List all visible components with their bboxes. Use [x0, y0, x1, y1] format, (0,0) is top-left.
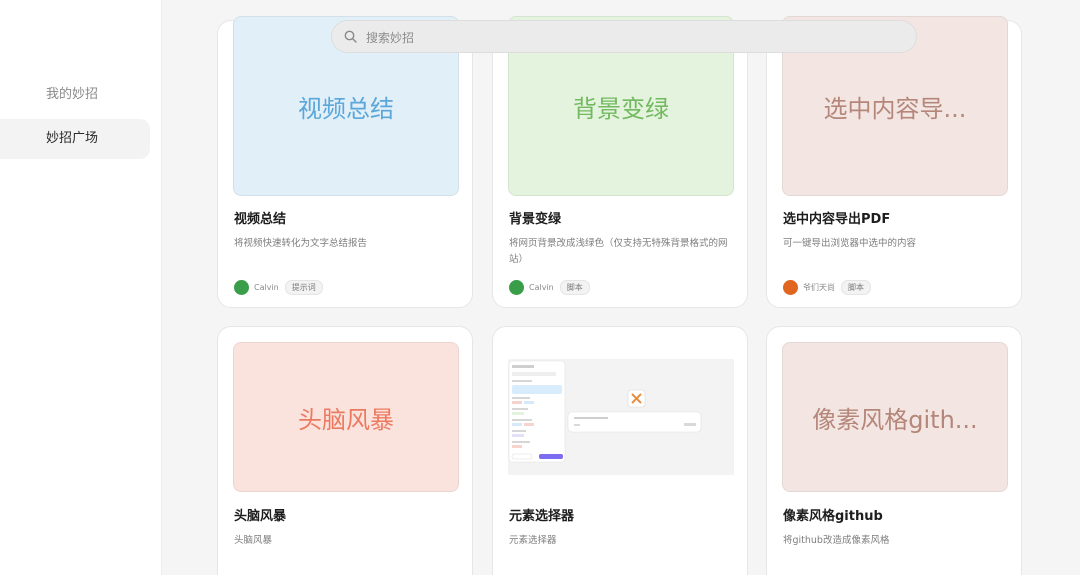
thumbnail-title: 选中内容导...	[823, 94, 967, 123]
card-title: 头脑风暴	[234, 509, 287, 524]
card-thumbnail: 像素风格gith...	[782, 342, 1008, 492]
thumbnail-title: 像素风格gith...	[812, 405, 978, 434]
trick-card[interactable]: 背景变绿 背景变绿 将网页背景改成浅绿色（仅支持无特殊背景格式的网站） Calv…	[492, 16, 748, 308]
card-thumbnail: 头脑风暴	[233, 342, 459, 492]
author-name: Calvin	[529, 282, 554, 292]
type-tag: 脚本	[559, 279, 590, 295]
card-description: 将视频快速转化为文字总结报告	[234, 238, 368, 249]
card-meta: Calvin 脚本	[509, 279, 590, 295]
thumbnail-title: 头脑风暴	[298, 405, 394, 434]
main-content: 视频总结 视频总结 将视频快速转化为文字总结报告 Calvin 提示词 背景变绿…	[163, 0, 1080, 575]
author-avatar	[234, 279, 249, 295]
card-title: 像素风格github	[783, 509, 883, 524]
author-avatar	[509, 279, 524, 295]
sidebar: 我的妙招 妙招广场	[0, 0, 162, 575]
thumbnail-title: 视频总结	[298, 94, 394, 123]
search-icon	[344, 30, 357, 43]
type-tag: 脚本	[841, 279, 871, 295]
card-title: 背景变绿	[509, 212, 562, 227]
card-description: 将网页背景改成浅绿色（仅支持无特殊背景格式的网站）	[509, 238, 728, 265]
trick-card[interactable]: 元素选择器 元素选择器	[492, 326, 748, 575]
card-title: 选中内容导出PDF	[783, 212, 891, 227]
type-tag: 提示词	[284, 279, 323, 295]
trick-card[interactable]: 头脑风暴 头脑风暴 头脑风暴	[217, 326, 473, 575]
card-thumbnail-screenshot	[508, 359, 734, 475]
card-description: 头脑风暴	[234, 535, 273, 546]
search-bar[interactable]	[331, 20, 917, 54]
trick-card[interactable]: 像素风格gith... 像素风格github 将github改造成像素风格	[766, 326, 1022, 575]
card-description: 可一键导出浏览器中选中的内容	[783, 238, 917, 249]
author-avatar	[783, 279, 798, 295]
search-input[interactable]	[364, 21, 898, 54]
card-title: 元素选择器	[509, 509, 575, 524]
author-name: Calvin	[254, 282, 279, 292]
trick-card[interactable]: 选中内容导... 选中内容导出PDF 可一键导出浏览器中选中的内容 爷们天尚 脚…	[766, 16, 1022, 308]
card-meta: 爷们天尚 脚本	[783, 279, 871, 295]
card-title: 视频总结	[234, 212, 287, 227]
card-description: 元素选择器	[509, 535, 557, 546]
nav-my-tricks[interactable]: 我的妙招	[0, 75, 150, 115]
screenshot-preview	[508, 359, 734, 475]
card-description: 将github改造成像素风格	[783, 535, 890, 546]
nav-trick-square[interactable]: 妙招广场	[0, 119, 150, 159]
thumbnail-title: 背景变绿	[573, 94, 669, 123]
trick-card[interactable]: 视频总结 视频总结 将视频快速转化为文字总结报告 Calvin 提示词	[217, 16, 473, 308]
card-meta: Calvin 提示词	[234, 279, 323, 295]
author-name: 爷们天尚	[803, 282, 835, 292]
